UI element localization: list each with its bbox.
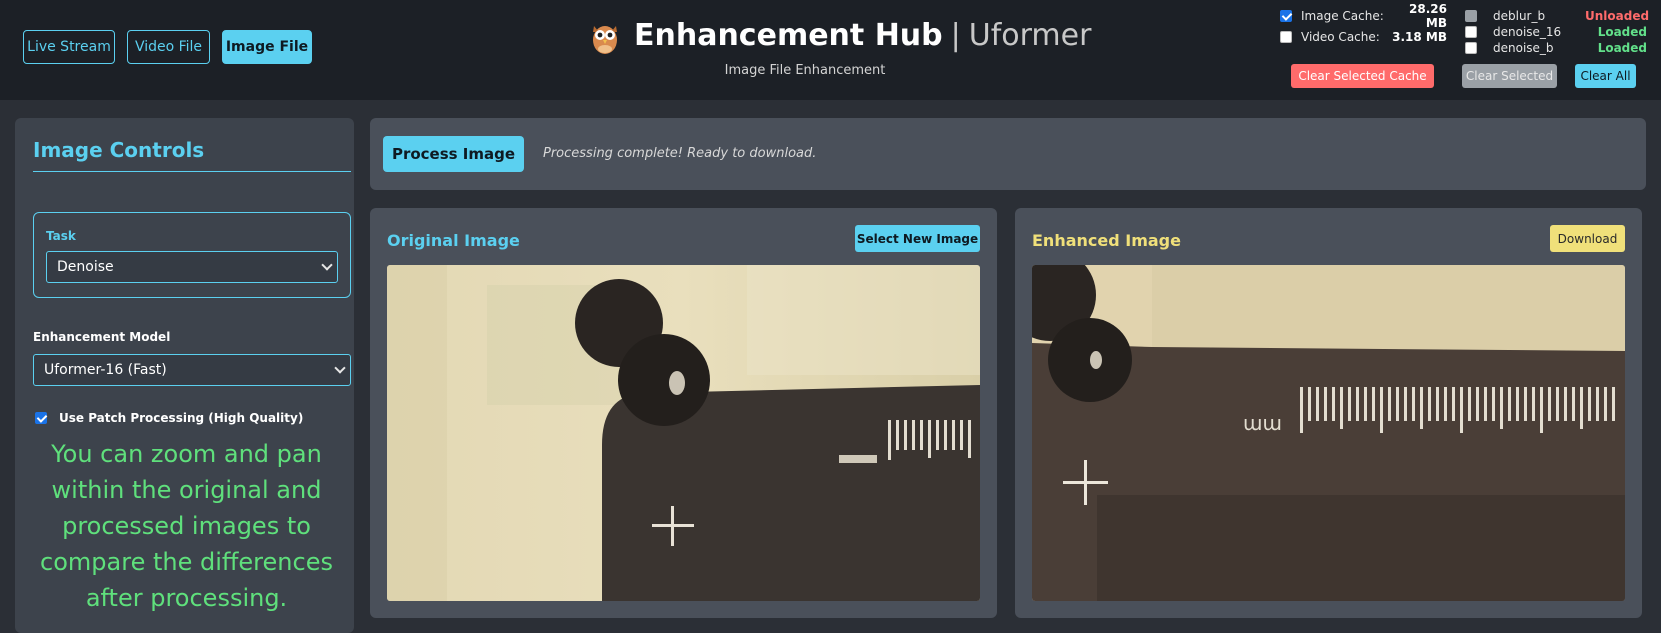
model-checkbox[interactable] (1465, 42, 1477, 54)
clear-all-button[interactable]: Clear All (1575, 64, 1636, 88)
model-name: denoise_16 (1493, 25, 1562, 39)
task-label: Task (46, 229, 76, 243)
original-image-title: Original Image (387, 231, 520, 250)
page-subtitle: Image File Enhancement (724, 63, 886, 78)
model-select-value: Uformer-16 (Fast) (44, 362, 167, 378)
chevron-down-icon (321, 259, 333, 271)
image-cache-checkbox[interactable] (1280, 10, 1292, 22)
title-divider (33, 171, 351, 172)
model-checkbox[interactable] (1465, 26, 1477, 38)
video-cache-size: 3.18 MB (1392, 30, 1447, 44)
processing-status: Processing complete! Ready to download. (543, 146, 817, 161)
enhanced-image-title: Enhanced Image (1032, 231, 1181, 250)
original-image-panel: Original Image Select New Image (370, 208, 997, 618)
model-select[interactable]: Uformer-16 (Fast) (33, 354, 351, 386)
controls-title: Image Controls (33, 138, 205, 162)
model-label: Enhancement Model (33, 330, 171, 344)
enhanced-image-viewer[interactable]: mm (1032, 265, 1625, 601)
owl-icon (589, 18, 621, 56)
model-row-denoise-16: denoise_16 Loaded (1465, 24, 1647, 40)
video-cache-label: Video Cache: (1301, 30, 1380, 44)
model-checkbox[interactable] (1465, 10, 1477, 22)
ruler-unit-label: mm (1243, 414, 1282, 438)
select-new-image-button[interactable]: Select New Image (855, 225, 980, 252)
model-row-deblur-b: deblur_b Unloaded (1465, 8, 1650, 24)
model-family-name: Uformer (968, 18, 1092, 53)
patch-processing-label: Use Patch Processing (High Quality) (59, 411, 304, 425)
chevron-down-icon (334, 362, 346, 374)
zoom-pan-hint: You can zoom and pan within the original… (40, 440, 333, 612)
patch-processing-option: Use Patch Processing (High Quality) (35, 411, 303, 425)
enhanced-image-panel: Enhanced Image Download mm (1015, 208, 1642, 618)
patch-processing-checkbox[interactable] (35, 412, 47, 424)
app-header: Live Stream Video File Image File Enhanc… (0, 0, 1661, 100)
task-group: Task Denoise (33, 212, 351, 298)
enhanced-image: mm (1032, 265, 1625, 601)
original-image (387, 265, 980, 601)
task-select-value: Denoise (57, 259, 114, 275)
model-row-denoise-b: denoise_b Loaded (1465, 40, 1647, 56)
task-select[interactable]: Denoise (46, 251, 338, 283)
app-title: Enhancement Hub | Uformer (634, 18, 1091, 58)
model-status-badge: Unloaded (1585, 9, 1650, 23)
live-stream-button[interactable]: Live Stream (23, 30, 115, 64)
image-cache-row: Image Cache: 28.26 MB (1280, 2, 1447, 30)
model-status-badge: Loaded (1597, 25, 1647, 39)
image-cache-size: 28.26 MB (1409, 2, 1447, 30)
download-button[interactable]: Download (1550, 225, 1625, 252)
process-image-button[interactable]: Process Image (383, 136, 524, 172)
image-file-button[interactable]: Image File (222, 30, 312, 64)
video-cache-row: Video Cache: 3.18 MB (1280, 29, 1447, 45)
image-controls-panel: Image Controls Task Denoise Enhancement … (15, 118, 354, 633)
video-file-button[interactable]: Video File (127, 30, 210, 64)
app-title-text: Enhancement Hub (634, 18, 943, 53)
original-image-viewer[interactable] (387, 265, 980, 601)
title-separator: | (950, 18, 961, 53)
clear-selected-cache-button[interactable]: Clear Selected Cache (1291, 64, 1434, 88)
model-name: deblur_b (1493, 9, 1546, 23)
model-name: denoise_b (1493, 41, 1554, 55)
video-cache-checkbox[interactable] (1280, 31, 1292, 43)
clear-selected-button[interactable]: Clear Selected (1462, 64, 1557, 88)
process-bar: Process Image Processing complete! Ready… (370, 118, 1646, 190)
model-status-badge: Loaded (1597, 41, 1647, 55)
image-cache-label: Image Cache: (1301, 9, 1384, 23)
